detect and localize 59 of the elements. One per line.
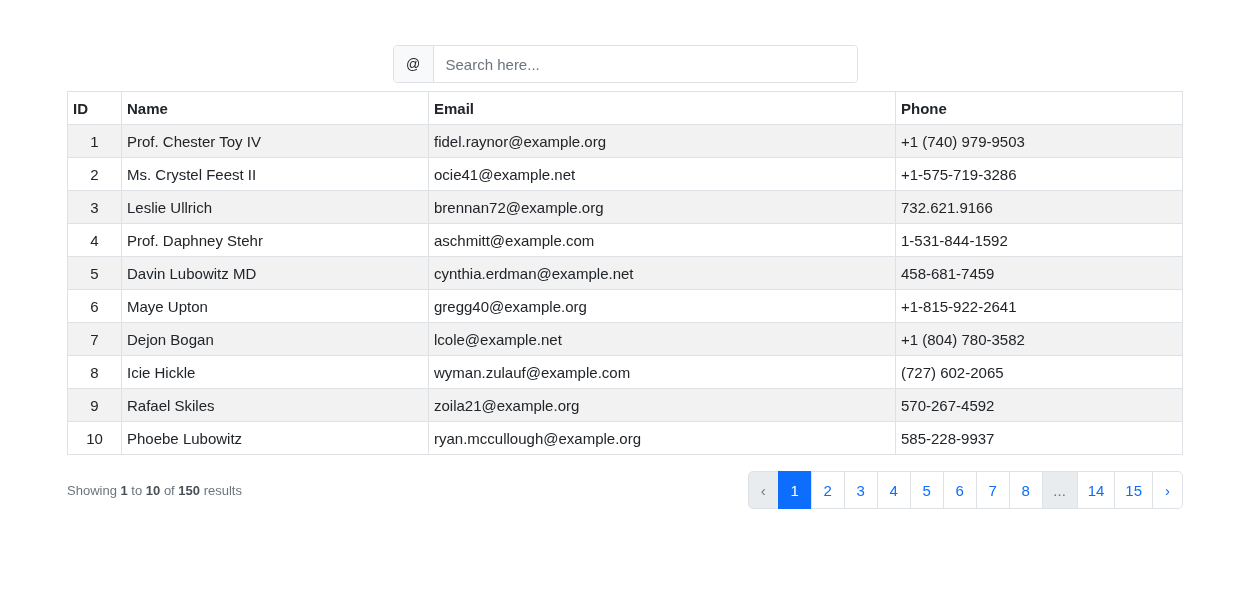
table-cell: Maye Upton [121,289,429,323]
column-header: ID [67,91,122,125]
table-cell: Phoebe Lubowitz [121,421,429,455]
table-cell: 1-531-844-1592 [895,223,1183,257]
table-cell: 1 [67,124,122,158]
next-page-button[interactable]: › [1152,471,1183,509]
page-button[interactable]: 5 [909,471,944,509]
table-cell: Ms. Crystel Feest II [121,157,429,191]
table-cell: 2 [67,157,122,191]
page-button[interactable]: 4 [876,471,911,509]
column-header: Phone [895,91,1183,125]
table-cell: Davin Lubowitz MD [121,256,429,290]
page-button[interactable]: 14 [1076,471,1116,509]
table-cell: ryan.mccullough@example.org [428,421,896,455]
page-button[interactable]: 7 [975,471,1010,509]
table-cell: 732.621.9166 [895,190,1183,224]
page-button[interactable]: 15 [1114,471,1153,509]
table-cell: 7 [67,322,122,356]
search-prefix: @ [393,46,434,82]
results-summary: Showing 1 to 10 of 150 results [67,482,242,498]
page-button[interactable]: 3 [843,471,878,509]
table-cell: zoila21@example.org [428,388,896,422]
table-cell: Dejon Bogan [121,322,429,356]
table-cell: 4 [67,223,122,257]
table-cell: ocie41@example.net [428,157,896,191]
page-button[interactable]: 8 [1008,471,1043,509]
table-cell: lcole@example.net [428,322,896,356]
search-field[interactable]: @ Search here... [392,45,858,83]
page-button[interactable]: 2 [810,471,845,509]
table-cell: Rafael Skiles [121,388,429,422]
table-cell: +1 (740) 979-9503 [895,124,1183,158]
table-cell: 8 [67,355,122,389]
table-cell: Leslie Ullrich [121,190,429,224]
table-cell: Icie Hickle [121,355,429,389]
table-cell: 3 [67,190,122,224]
table-cell: 6 [67,289,122,323]
page-button[interactable]: 1 [777,471,812,509]
table-cell: 10 [67,421,122,455]
table-cell: wyman.zulauf@example.com [428,355,896,389]
pagination-ellipsis: ... [1041,471,1078,509]
table-cell: fidel.raynor@example.org [428,124,896,158]
table-cell: gregg40@example.org [428,289,896,323]
column-header: Name [121,91,429,125]
column-header: Email [428,91,896,125]
table-cell: 585-228-9937 [895,421,1183,455]
table-cell: Prof. Daphney Stehr [121,223,429,257]
table-cell: brennan72@example.org [428,190,896,224]
table-cell: 5 [67,256,122,290]
table-cell: +1 (804) 780-3582 [895,322,1183,356]
page-button[interactable]: 6 [942,471,977,509]
table-cell: +1-815-922-2641 [895,289,1183,323]
table-cell: 458-681-7459 [895,256,1183,290]
table-cell: aschmitt@example.com [428,223,896,257]
table-cell: Prof. Chester Toy IV [121,124,429,158]
table-cell: (727) 602-2065 [895,355,1183,389]
table-cell: cynthia.erdman@example.net [428,256,896,290]
table-cell: 9 [67,388,122,422]
table-cell: 570-267-4592 [895,388,1183,422]
table-cell: +1-575-719-3286 [895,157,1183,191]
